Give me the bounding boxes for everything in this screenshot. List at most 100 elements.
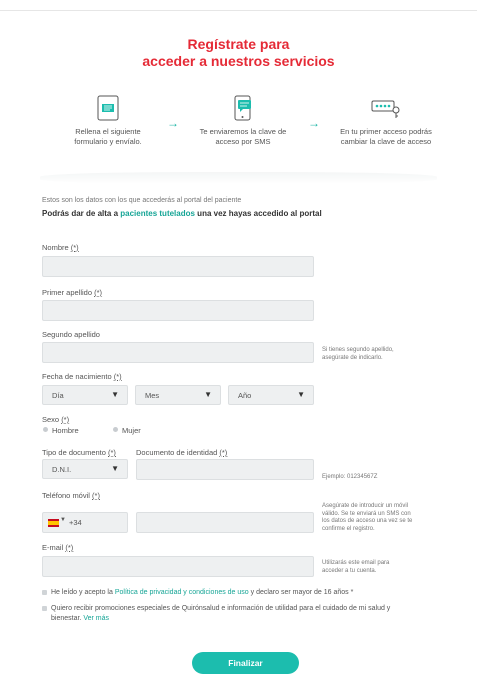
step-text-line2: acceso por SMS — [215, 137, 271, 146]
sms-phone-icon — [234, 95, 251, 121]
sexo-label: Sexo (*) — [42, 415, 69, 424]
telefono-label: Teléfono móvil (*) — [42, 491, 100, 500]
step-text-line1: Rellena el siguiente — [75, 127, 141, 136]
documento-identidad-label-text: Documento de identidad — [136, 448, 220, 457]
ano-select-value: Año — [238, 391, 252, 400]
sexo-mujer-radio[interactable]: Mujer — [113, 426, 141, 435]
page-title: Regístrate para acceder a nuestros servi… — [0, 36, 477, 70]
step-change-password: En tu primer acceso podrás cambiar la cl… — [326, 95, 446, 147]
arrow-right-icon: → — [308, 116, 320, 130]
email-label-text: E-mail — [42, 543, 66, 552]
telefono-label-text: Teléfono móvil — [42, 491, 93, 500]
email-label: E-mail (*) — [42, 543, 73, 552]
intro-subtitle: Podrás dar de alta a pacientes tutelados… — [42, 209, 322, 218]
page-title-line1: Regístrate para — [187, 36, 290, 52]
radio-circle[interactable] — [113, 427, 118, 432]
hint-line: acceder a tu cuenta. — [322, 567, 377, 574]
tipo-documento-select[interactable]: D.N.I. ▼ — [42, 459, 128, 479]
step-text: En tu primer acceso podrás cambiar la cl… — [326, 127, 446, 147]
step-text-line2: formulario y envíalo. — [74, 137, 142, 146]
primer-apellido-label-text: Primer apellido — [42, 288, 95, 297]
privacy-policy-link[interactable]: Política de privacidad y condiciones de … — [115, 589, 249, 596]
step-text-line1: En tu primer acceso podrás — [340, 127, 432, 136]
finalizar-button[interactable]: Finalizar — [192, 652, 299, 674]
nombre-input[interactable] — [42, 256, 314, 277]
intro-subtitle-text: Podrás dar de alta a — [42, 209, 121, 218]
mes-select[interactable]: Mes ▼ — [135, 385, 221, 405]
step-text-line2: cambiar la clave de acceso — [340, 137, 432, 146]
nombre-label-text: Nombre — [42, 243, 71, 252]
tipo-documento-label: Tipo de documento (*) — [42, 448, 116, 457]
step-text: Te enviaremos la clave de acceso por SMS — [183, 127, 303, 147]
promo-consent-text: bienestar. — [51, 615, 84, 622]
documento-identidad-label: Documento de identidad (*) — [136, 448, 227, 457]
required-marker: (*) — [70, 243, 79, 252]
chevron-down-icon: ▼ — [204, 390, 212, 399]
required-marker: (*) — [92, 491, 100, 500]
ver-mas-link[interactable]: Ver más — [83, 615, 109, 622]
chevron-down-icon: ▼ — [297, 390, 305, 399]
hint-line: Si tienes segundo apellido, — [322, 347, 394, 353]
password-key-icon — [371, 100, 400, 118]
segundo-apellido-label: Segundo apellido — [42, 330, 100, 339]
hint-line: Asegúrate de introducir un móvil — [322, 503, 409, 509]
email-input[interactable] — [42, 556, 314, 577]
privacy-checkbox[interactable] — [42, 590, 47, 595]
fecha-nacimiento-label: Fecha de nacimiento (*) — [42, 372, 122, 381]
hint-line: Utilizarás este email para — [322, 560, 390, 566]
required-marker: (*) — [65, 543, 74, 552]
sexo-hombre-radio[interactable]: Hombre — [43, 426, 79, 435]
registration-steps: Rellena el siguiente formulario y envíal… — [0, 95, 477, 175]
privacy-consent-text: He leído y acepto la — [51, 589, 115, 596]
required-marker: (*) — [94, 288, 103, 297]
page-title-line2: acceder a nuestros servicios — [142, 53, 335, 69]
intro-text: Estos son los datos con los que accederá… — [42, 197, 242, 204]
mes-select-value: Mes — [145, 391, 160, 400]
promo-checkbox[interactable] — [42, 606, 47, 611]
form-icon — [97, 95, 119, 121]
fecha-nacimiento-label-text: Fecha de nacimiento — [42, 372, 114, 381]
pacientes-tutelados-link[interactable]: pacientes tutelados — [120, 209, 195, 218]
dia-select[interactable]: Día ▼ — [42, 385, 128, 405]
telefono-hint: Asegúrate de introducir un móvil válido.… — [322, 503, 412, 533]
steps-divider — [40, 172, 437, 184]
required-marker: (*) — [61, 415, 70, 424]
segundo-apellido-input[interactable] — [42, 342, 314, 363]
required-marker: (*) — [219, 448, 228, 457]
email-hint: Utilizarás este email para acceder a tu … — [322, 560, 389, 575]
tipo-documento-label-text: Tipo de documento — [42, 448, 109, 457]
country-prefix-select[interactable]: ▼ +34 — [42, 512, 128, 533]
country-prefix-value: +34 — [69, 518, 82, 527]
promo-consent-text: Quiero recibir promociones especiales de… — [51, 605, 391, 612]
step-text-line1: Te enviaremos la clave de — [199, 127, 287, 136]
radio-circle[interactable] — [43, 427, 48, 432]
hint-line: los datos de acceso una vez se te — [322, 518, 413, 524]
hint-line: confirme el registro. — [322, 525, 375, 532]
step-sms: Te enviaremos la clave de acceso por SMS — [183, 95, 303, 147]
hint-line: válido. Se te enviará un SMS con — [322, 510, 411, 517]
tipo-documento-value: D.N.I. — [52, 465, 72, 474]
step-text: Rellena el siguiente formulario y envíal… — [48, 127, 168, 147]
promo-consent: Quiero recibir promociones especiales de… — [42, 604, 451, 624]
required-marker: (*) — [108, 448, 116, 457]
chevron-down-icon: ▼ — [111, 464, 119, 473]
hint-line: asegúrate de indicarlo. — [322, 354, 383, 361]
documento-hint: Ejemplo: 01234567Z — [322, 474, 378, 480]
dia-select-value: Día — [52, 391, 64, 400]
privacy-consent: He leído y acepto la Política de privaci… — [42, 588, 451, 598]
required-marker: (*) — [113, 372, 122, 381]
radio-label: Hombre — [52, 426, 79, 435]
step-fill-form: Rellena el siguiente formulario y envíal… — [48, 95, 168, 147]
chevron-down-icon: ▼ — [111, 390, 119, 399]
arrow-right-icon: → — [167, 116, 179, 130]
primer-apellido-input[interactable] — [42, 300, 314, 321]
ano-select[interactable]: Año ▼ — [228, 385, 314, 405]
top-divider — [0, 10, 477, 11]
segundo-apellido-hint: Si tienes segundo apellido, asegúrate de… — [322, 347, 394, 362]
privacy-consent-text: y declaro ser mayor de 16 años * — [248, 589, 354, 596]
intro-subtitle-text: una vez hayas accedido al portal — [194, 209, 322, 218]
sexo-label-text: Sexo — [42, 415, 62, 424]
telefono-input[interactable] — [136, 512, 314, 533]
documento-identidad-input[interactable] — [136, 459, 314, 480]
promo-consent-line2: bienestar. Ver más — [51, 614, 451, 624]
